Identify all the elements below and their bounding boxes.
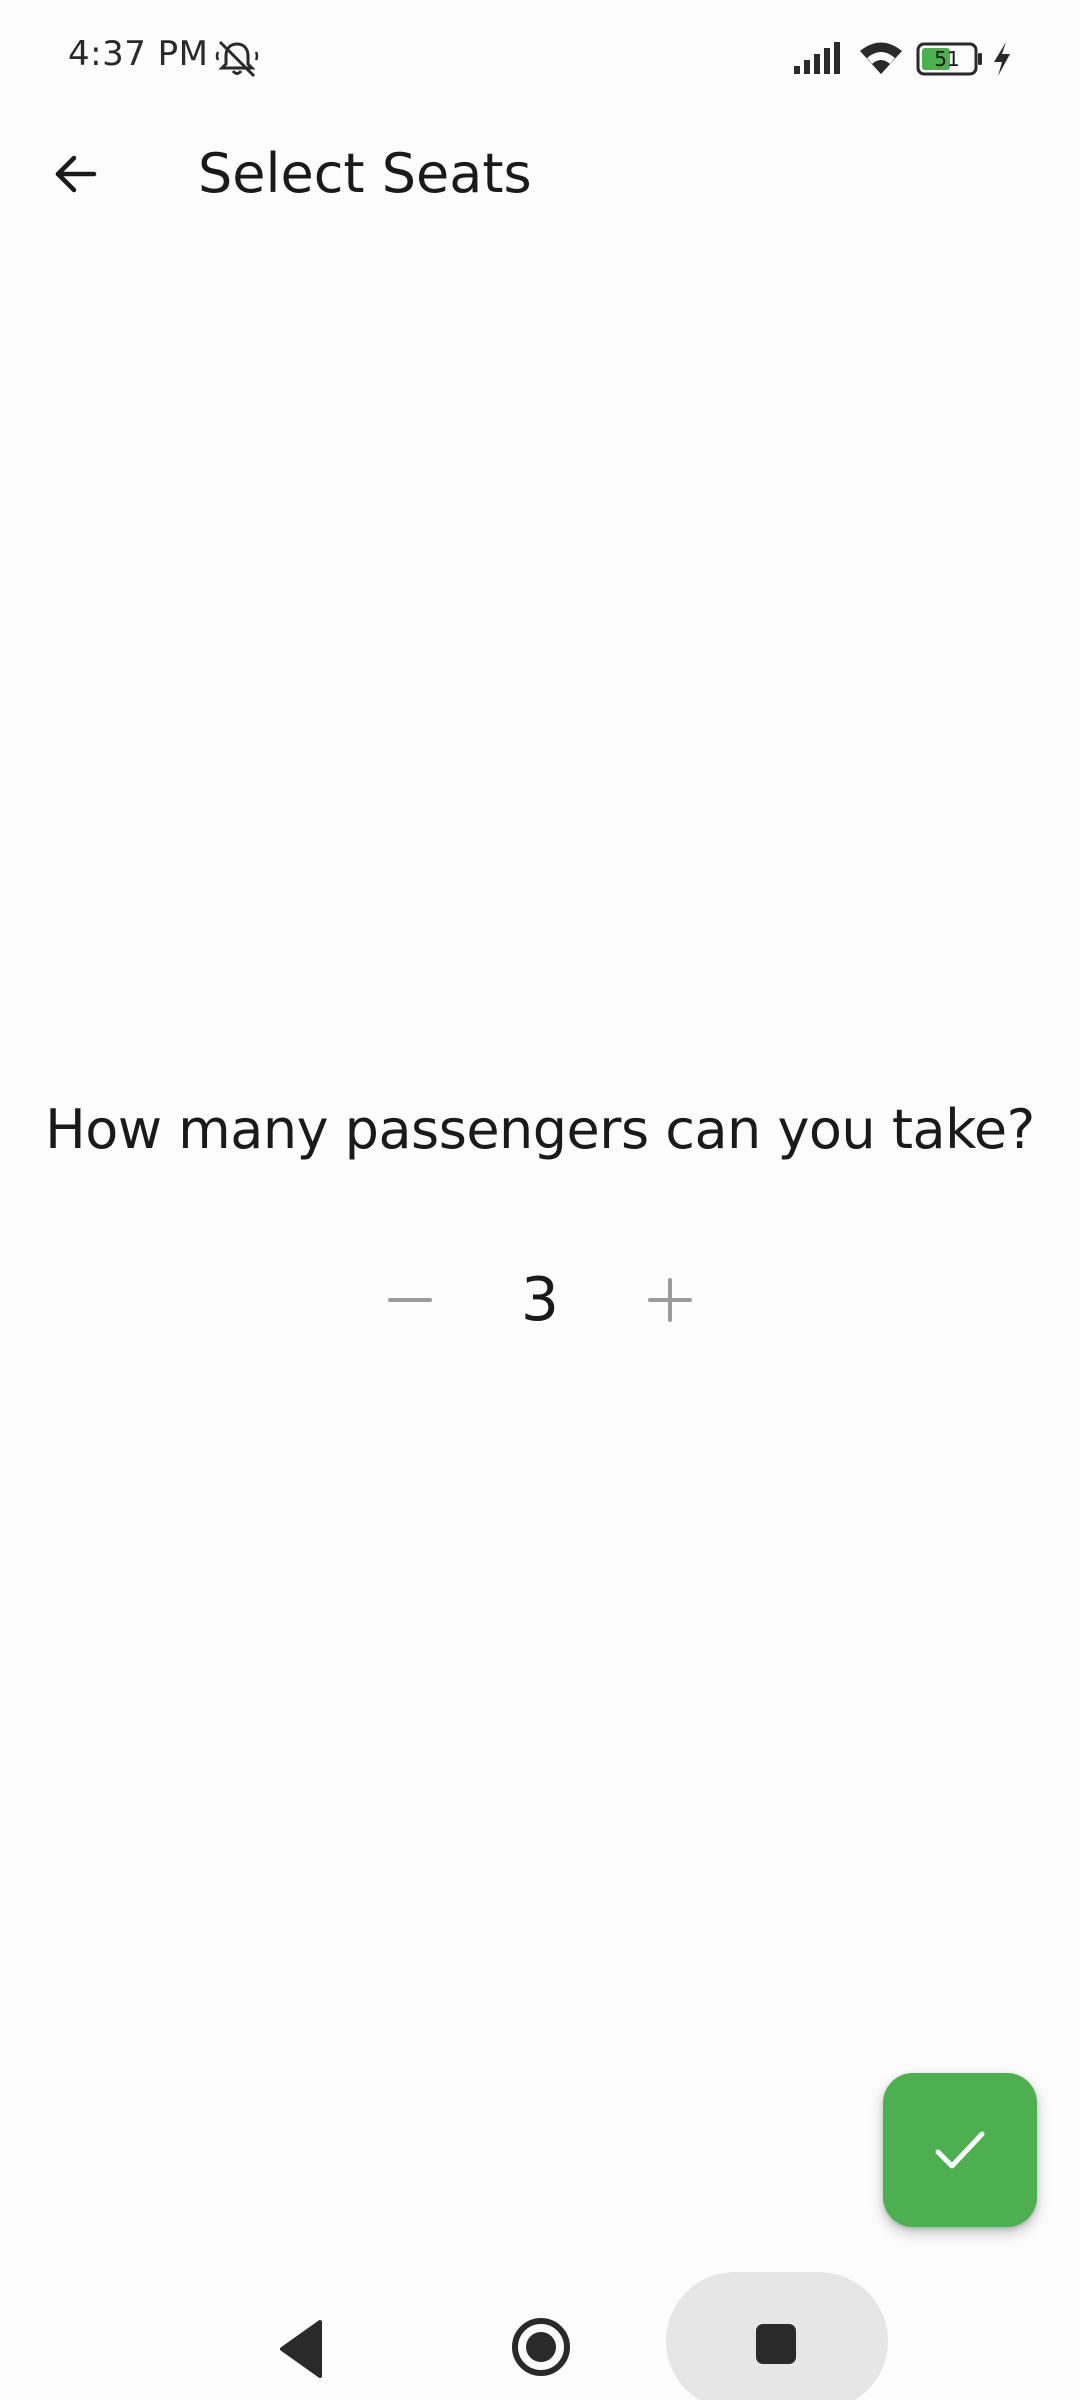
page-title: Select Seats [198,142,532,205]
battery-level: 51 [934,47,960,71]
status-bar: 4:37 PM 51 [0,0,1080,120]
passenger-stepper: 3 [0,1250,1080,1350]
check-icon [935,2131,985,2169]
back-button[interactable] [36,134,116,214]
passenger-count: 3 [520,1265,560,1335]
confirm-fab-button[interactable] [883,2073,1037,2227]
minus-icon [388,1298,432,1302]
charging-bolt-icon [994,42,1010,76]
nav-recents-icon [756,2324,796,2364]
arrow-left-icon [55,155,97,193]
passenger-question: How many passengers can you take? [45,1098,1035,1161]
screen: 4:37 PM 51 Select Seats How many passeng… [0,0,1080,2400]
status-time: 4:37 PM [68,34,209,74]
plus-icon [648,1278,692,1322]
system-nav-bar [0,2250,1080,2400]
decrement-button[interactable] [370,1260,450,1340]
nav-back-icon[interactable] [270,2314,340,2384]
increment-button[interactable] [630,1260,710,1340]
app-bar: Select Seats [0,120,1080,220]
mute-icon [215,40,259,78]
nav-home-icon[interactable] [506,2312,576,2382]
signal-icon [794,42,840,74]
wifi-icon [860,42,902,74]
